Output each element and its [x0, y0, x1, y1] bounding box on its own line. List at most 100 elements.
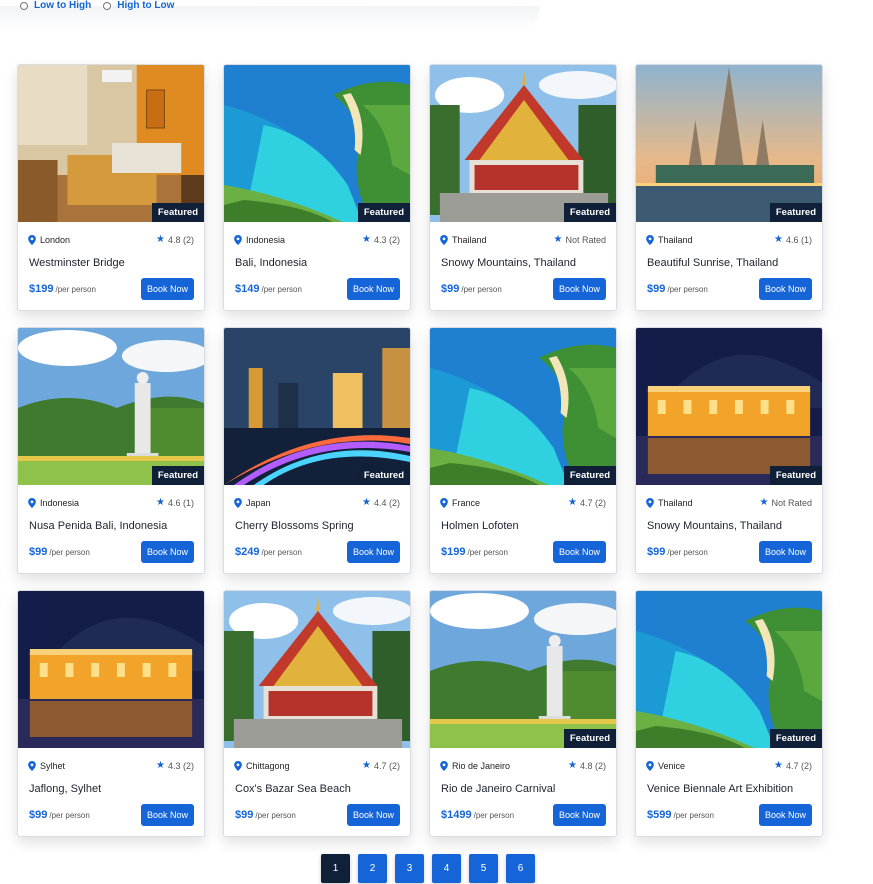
- sort-high-to-low-label: High to Low: [117, 0, 175, 11]
- tour-card[interactable]: Featured Thailand ★ 4.6 (1) Beautiful Su…: [635, 64, 823, 311]
- tour-title[interactable]: Jaflong, Sylhet: [18, 783, 204, 795]
- rating: ★ 4.7 (2): [774, 760, 812, 771]
- tour-title[interactable]: Cherry Blossoms Spring: [224, 520, 410, 532]
- tour-card[interactable]: Featured Japan ★ 4.4 (2) Cherry Blossoms…: [223, 327, 411, 574]
- tour-photo[interactable]: Featured: [636, 65, 822, 222]
- location-label: Venice: [658, 760, 686, 771]
- sort-low-to-high[interactable]: Low to High: [20, 0, 91, 11]
- location-label: Thailand: [658, 234, 693, 245]
- page-button-6[interactable]: 6: [506, 854, 535, 883]
- rating: ★ 4.8 (2): [156, 234, 194, 245]
- tour-card[interactable]: Featured Indonesia ★ 4.6 (1) Nusa Penida…: [17, 327, 205, 574]
- book-now-button[interactable]: Book Now: [140, 804, 194, 826]
- sort-high-to-low[interactable]: High to Low: [103, 0, 174, 11]
- per-person-label: /per person: [473, 811, 515, 820]
- radio-icon[interactable]: [103, 1, 112, 10]
- tour-card[interactable]: Sylhet ★ 4.3 (2) Jaflong, Sylhet $99/per…: [17, 590, 205, 837]
- book-now-button[interactable]: Book Now: [346, 541, 400, 563]
- location: France: [440, 497, 481, 508]
- location: Thailand: [440, 234, 487, 245]
- tour-photo[interactable]: Featured: [224, 65, 410, 222]
- page-button-3[interactable]: 3: [395, 854, 424, 883]
- book-now-button[interactable]: Book Now: [552, 804, 606, 826]
- tour-photo[interactable]: Featured: [636, 591, 822, 748]
- price-value: $99: [29, 546, 48, 558]
- sort-options: Low to High High to Low: [20, 0, 174, 11]
- book-now-button[interactable]: Book Now: [140, 541, 194, 563]
- tour-title[interactable]: Beautiful Sunrise, Thailand: [636, 257, 822, 269]
- location-label: France: [452, 497, 481, 508]
- tour-title[interactable]: Snowy Mountains, Thailand: [430, 257, 616, 269]
- rating: ★ 4.8 (2): [568, 760, 606, 771]
- pagination: 123456: [321, 854, 535, 883]
- tour-photo[interactable]: [18, 591, 204, 748]
- page-button-4[interactable]: 4: [432, 854, 461, 883]
- tour-title[interactable]: Rio de Janeiro Carnival: [430, 783, 616, 795]
- rating-label: 4.6 (1): [167, 497, 194, 508]
- star-icon: ★: [156, 234, 165, 245]
- tour-photo[interactable]: Featured: [224, 328, 410, 485]
- rating: ★ Not Rated: [760, 497, 813, 508]
- price: $199/per person: [441, 546, 508, 558]
- location: Chittagong: [234, 760, 290, 771]
- sort-low-to-high-label: Low to High: [34, 0, 92, 11]
- tour-card[interactable]: Featured Indonesia ★ 4.3 (2) Bali, Indon…: [223, 64, 411, 311]
- rating-label: 4.3 (2): [373, 234, 400, 245]
- tour-photo[interactable]: Featured: [430, 591, 616, 748]
- tour-photo[interactable]: Featured: [430, 65, 616, 222]
- book-now-button[interactable]: Book Now: [758, 278, 812, 300]
- location: Thailand: [646, 497, 693, 508]
- page-button-5[interactable]: 5: [469, 854, 498, 883]
- tour-photo[interactable]: Featured: [18, 328, 204, 485]
- book-now-button[interactable]: Book Now: [758, 804, 812, 826]
- book-now-button[interactable]: Book Now: [346, 278, 400, 300]
- tour-photo[interactable]: Featured: [636, 328, 822, 485]
- price: $599/per person: [647, 809, 714, 821]
- star-icon: ★: [156, 497, 165, 508]
- tour-photo[interactable]: [224, 591, 410, 748]
- featured-badge: Featured: [769, 729, 822, 748]
- featured-badge: Featured: [357, 466, 410, 485]
- location-pin-icon: [234, 497, 242, 508]
- per-person-label: /per person: [667, 285, 708, 294]
- per-person-label: /per person: [49, 548, 90, 557]
- tour-title[interactable]: Snowy Mountains, Thailand: [636, 520, 822, 532]
- rating-label: 4.6 (1): [785, 234, 812, 245]
- price-value: $599: [647, 809, 672, 821]
- rating-label: 4.7 (2): [785, 760, 812, 771]
- location: Indonesia: [28, 497, 79, 508]
- page-button-1[interactable]: 1: [321, 854, 350, 883]
- location-label: Chittagong: [246, 760, 290, 771]
- book-now-button[interactable]: Book Now: [552, 278, 606, 300]
- tour-title[interactable]: Westminster Bridge: [18, 257, 204, 269]
- tour-card[interactable]: Featured Venice ★ 4.7 (2) Venice Biennal…: [635, 590, 823, 837]
- location-pin-icon: [28, 234, 36, 245]
- tour-card[interactable]: Featured France ★ 4.7 (2) Holmen Lofoten…: [429, 327, 617, 574]
- book-now-button[interactable]: Book Now: [346, 804, 400, 826]
- tour-card[interactable]: Featured Thailand ★ Not Rated Snowy Moun…: [635, 327, 823, 574]
- price-value: $99: [441, 283, 460, 295]
- tour-card[interactable]: Featured Rio de Janeiro ★ 4.8 (2) Rio de…: [429, 590, 617, 837]
- radio-icon[interactable]: [20, 1, 28, 10]
- tour-card[interactable]: Chittagong ★ 4.7 (2) Cox's Bazar Sea Bea…: [223, 590, 411, 837]
- book-now-button[interactable]: Book Now: [552, 541, 606, 563]
- featured-badge: Featured: [151, 466, 204, 485]
- tour-title[interactable]: Holmen Lofoten: [430, 520, 616, 532]
- tour-title[interactable]: Venice Biennale Art Exhibition: [636, 783, 822, 795]
- tour-card[interactable]: Featured Thailand ★ Not Rated Snowy Moun…: [429, 64, 617, 311]
- tour-title[interactable]: Bali, Indonesia: [224, 257, 410, 269]
- page-button-2[interactable]: 2: [358, 854, 387, 883]
- tour-card[interactable]: Featured London ★ 4.8 (2) Westminster Br…: [17, 64, 205, 311]
- price-value: $99: [647, 546, 666, 558]
- book-now-button[interactable]: Book Now: [758, 541, 812, 563]
- location-pin-icon: [646, 760, 654, 771]
- book-now-button[interactable]: Book Now: [140, 278, 194, 300]
- featured-badge: Featured: [563, 203, 616, 222]
- rating-label: Not Rated: [565, 234, 606, 245]
- tour-photo[interactable]: Featured: [18, 65, 204, 222]
- tour-photo[interactable]: Featured: [430, 328, 616, 485]
- tour-title[interactable]: Cox's Bazar Sea Beach: [224, 783, 410, 795]
- location-pin-icon: [646, 497, 654, 508]
- tour-title[interactable]: Nusa Penida Bali, Indonesia: [18, 520, 204, 532]
- rating-label: 4.4 (2): [373, 497, 400, 508]
